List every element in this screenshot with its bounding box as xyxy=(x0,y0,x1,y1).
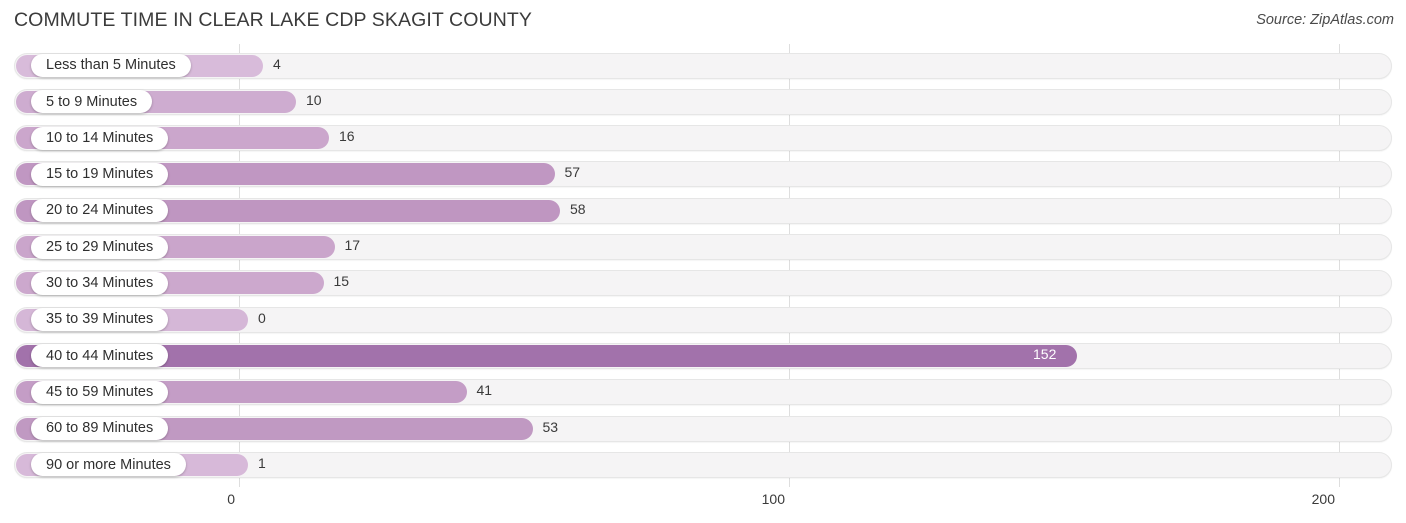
bar-value-label: 152 xyxy=(1033,345,1057,362)
bar-row[interactable]: 10 to 14 Minutes 16 xyxy=(14,123,1392,153)
bar-category-label: Less than 5 Minutes xyxy=(46,57,176,74)
bar-label-chip: Less than 5 Minutes xyxy=(31,54,191,77)
bar-rows: Less than 5 Minutes 4 5 to 9 Minutes 10 10 t… xyxy=(0,44,1406,487)
bar-label-chip: 25 to 29 Minutes xyxy=(31,235,169,259)
bar-category-label: 25 to 29 Minutes xyxy=(46,238,154,255)
bar-row[interactable]: 45 to 59 Minutes 41 xyxy=(14,377,1392,407)
bar-category-label: 35 to 39 Minutes xyxy=(46,311,154,328)
bar-label-chip: 45 to 59 Minutes xyxy=(31,380,169,404)
bar-category-label: 45 to 59 Minutes xyxy=(46,383,154,400)
bar-category-label: 5 to 9 Minutes xyxy=(46,93,138,110)
bar-row[interactable]: 35 to 39 Minutes 0 xyxy=(14,305,1392,335)
bar-row[interactable]: 25 to 29 Minutes 17 xyxy=(14,232,1392,262)
bar-row[interactable]: Less than 5 Minutes 4 xyxy=(14,51,1392,81)
bar-row[interactable]: 15 to 19 Minutes 57 xyxy=(14,159,1392,189)
bar-value-label: 16 xyxy=(339,128,355,145)
bar-category-label: 40 to 44 Minutes xyxy=(46,347,154,364)
chart-plot-area: Less than 5 Minutes 4 5 to 9 Minutes 10 10 t… xyxy=(0,44,1406,487)
bar-label-chip: 20 to 24 Minutes xyxy=(31,199,169,223)
bar-category-label: 20 to 24 Minutes xyxy=(46,202,154,219)
bar-row[interactable]: 5 to 9 Minutes 10 xyxy=(14,87,1392,117)
bar-value-label: 41 xyxy=(476,382,493,399)
source-label: Source: ZipAtlas.com xyxy=(1256,12,1394,28)
bar-value-label: 53 xyxy=(542,418,559,435)
bar-label-chip: 10 to 14 Minutes xyxy=(31,126,169,150)
bar-label-chip: 40 to 44 Minutes xyxy=(31,344,169,368)
bar-value-label: 10 xyxy=(306,91,322,108)
bar-label-chip: 15 to 19 Minutes xyxy=(31,162,169,186)
bar-category-label: 30 to 34 Minutes xyxy=(46,275,154,292)
bar-label-chip: 90 or more Minutes xyxy=(31,453,186,477)
bar-value-label: 0 xyxy=(258,309,266,326)
chart-header: COMMUTE TIME IN CLEAR LAKE CDP SKAGIT CO… xyxy=(0,0,1406,44)
bar-row[interactable]: 60 to 89 Minutes 53 xyxy=(14,414,1392,444)
bar-row[interactable]: 30 to 34 Minutes 15 xyxy=(14,268,1392,298)
bar-label-chip: 5 to 9 Minutes xyxy=(31,90,153,114)
page-title: COMMUTE TIME IN CLEAR LAKE CDP SKAGIT CO… xyxy=(14,9,532,31)
x-tick-label: 200 xyxy=(1311,491,1335,507)
bar-value-label: 58 xyxy=(570,200,586,217)
bar-row[interactable]: 20 to 24 Minutes 58 xyxy=(14,196,1392,226)
bar-category-label: 90 or more Minutes xyxy=(46,456,171,473)
bar-row[interactable]: 40 to 44 Minutes 152 xyxy=(14,341,1392,371)
x-axis: 0 100 200 xyxy=(0,487,1406,523)
bar-label-chip: 60 to 89 Minutes xyxy=(31,417,169,440)
x-tick-label: 0 xyxy=(227,491,235,507)
bar-category-label: 60 to 89 Minutes xyxy=(46,420,154,437)
bar-value-label: 17 xyxy=(344,237,361,253)
bar-category-label: 15 to 19 Minutes xyxy=(46,166,154,183)
bar-row[interactable]: 90 or more Minutes 1 xyxy=(14,450,1392,480)
bar-category-label: 10 to 14 Minutes xyxy=(46,129,154,146)
x-tick-label: 100 xyxy=(761,491,785,507)
bar-label-chip: 30 to 34 Minutes xyxy=(31,271,169,295)
bar-value-label: 15 xyxy=(333,273,350,290)
bar-value-label: 4 xyxy=(273,55,281,72)
bar-label-chip: 35 to 39 Minutes xyxy=(31,308,169,332)
bar-value-label: 57 xyxy=(564,164,581,181)
bar xyxy=(16,344,1077,367)
bar-value-label: 1 xyxy=(258,454,266,471)
